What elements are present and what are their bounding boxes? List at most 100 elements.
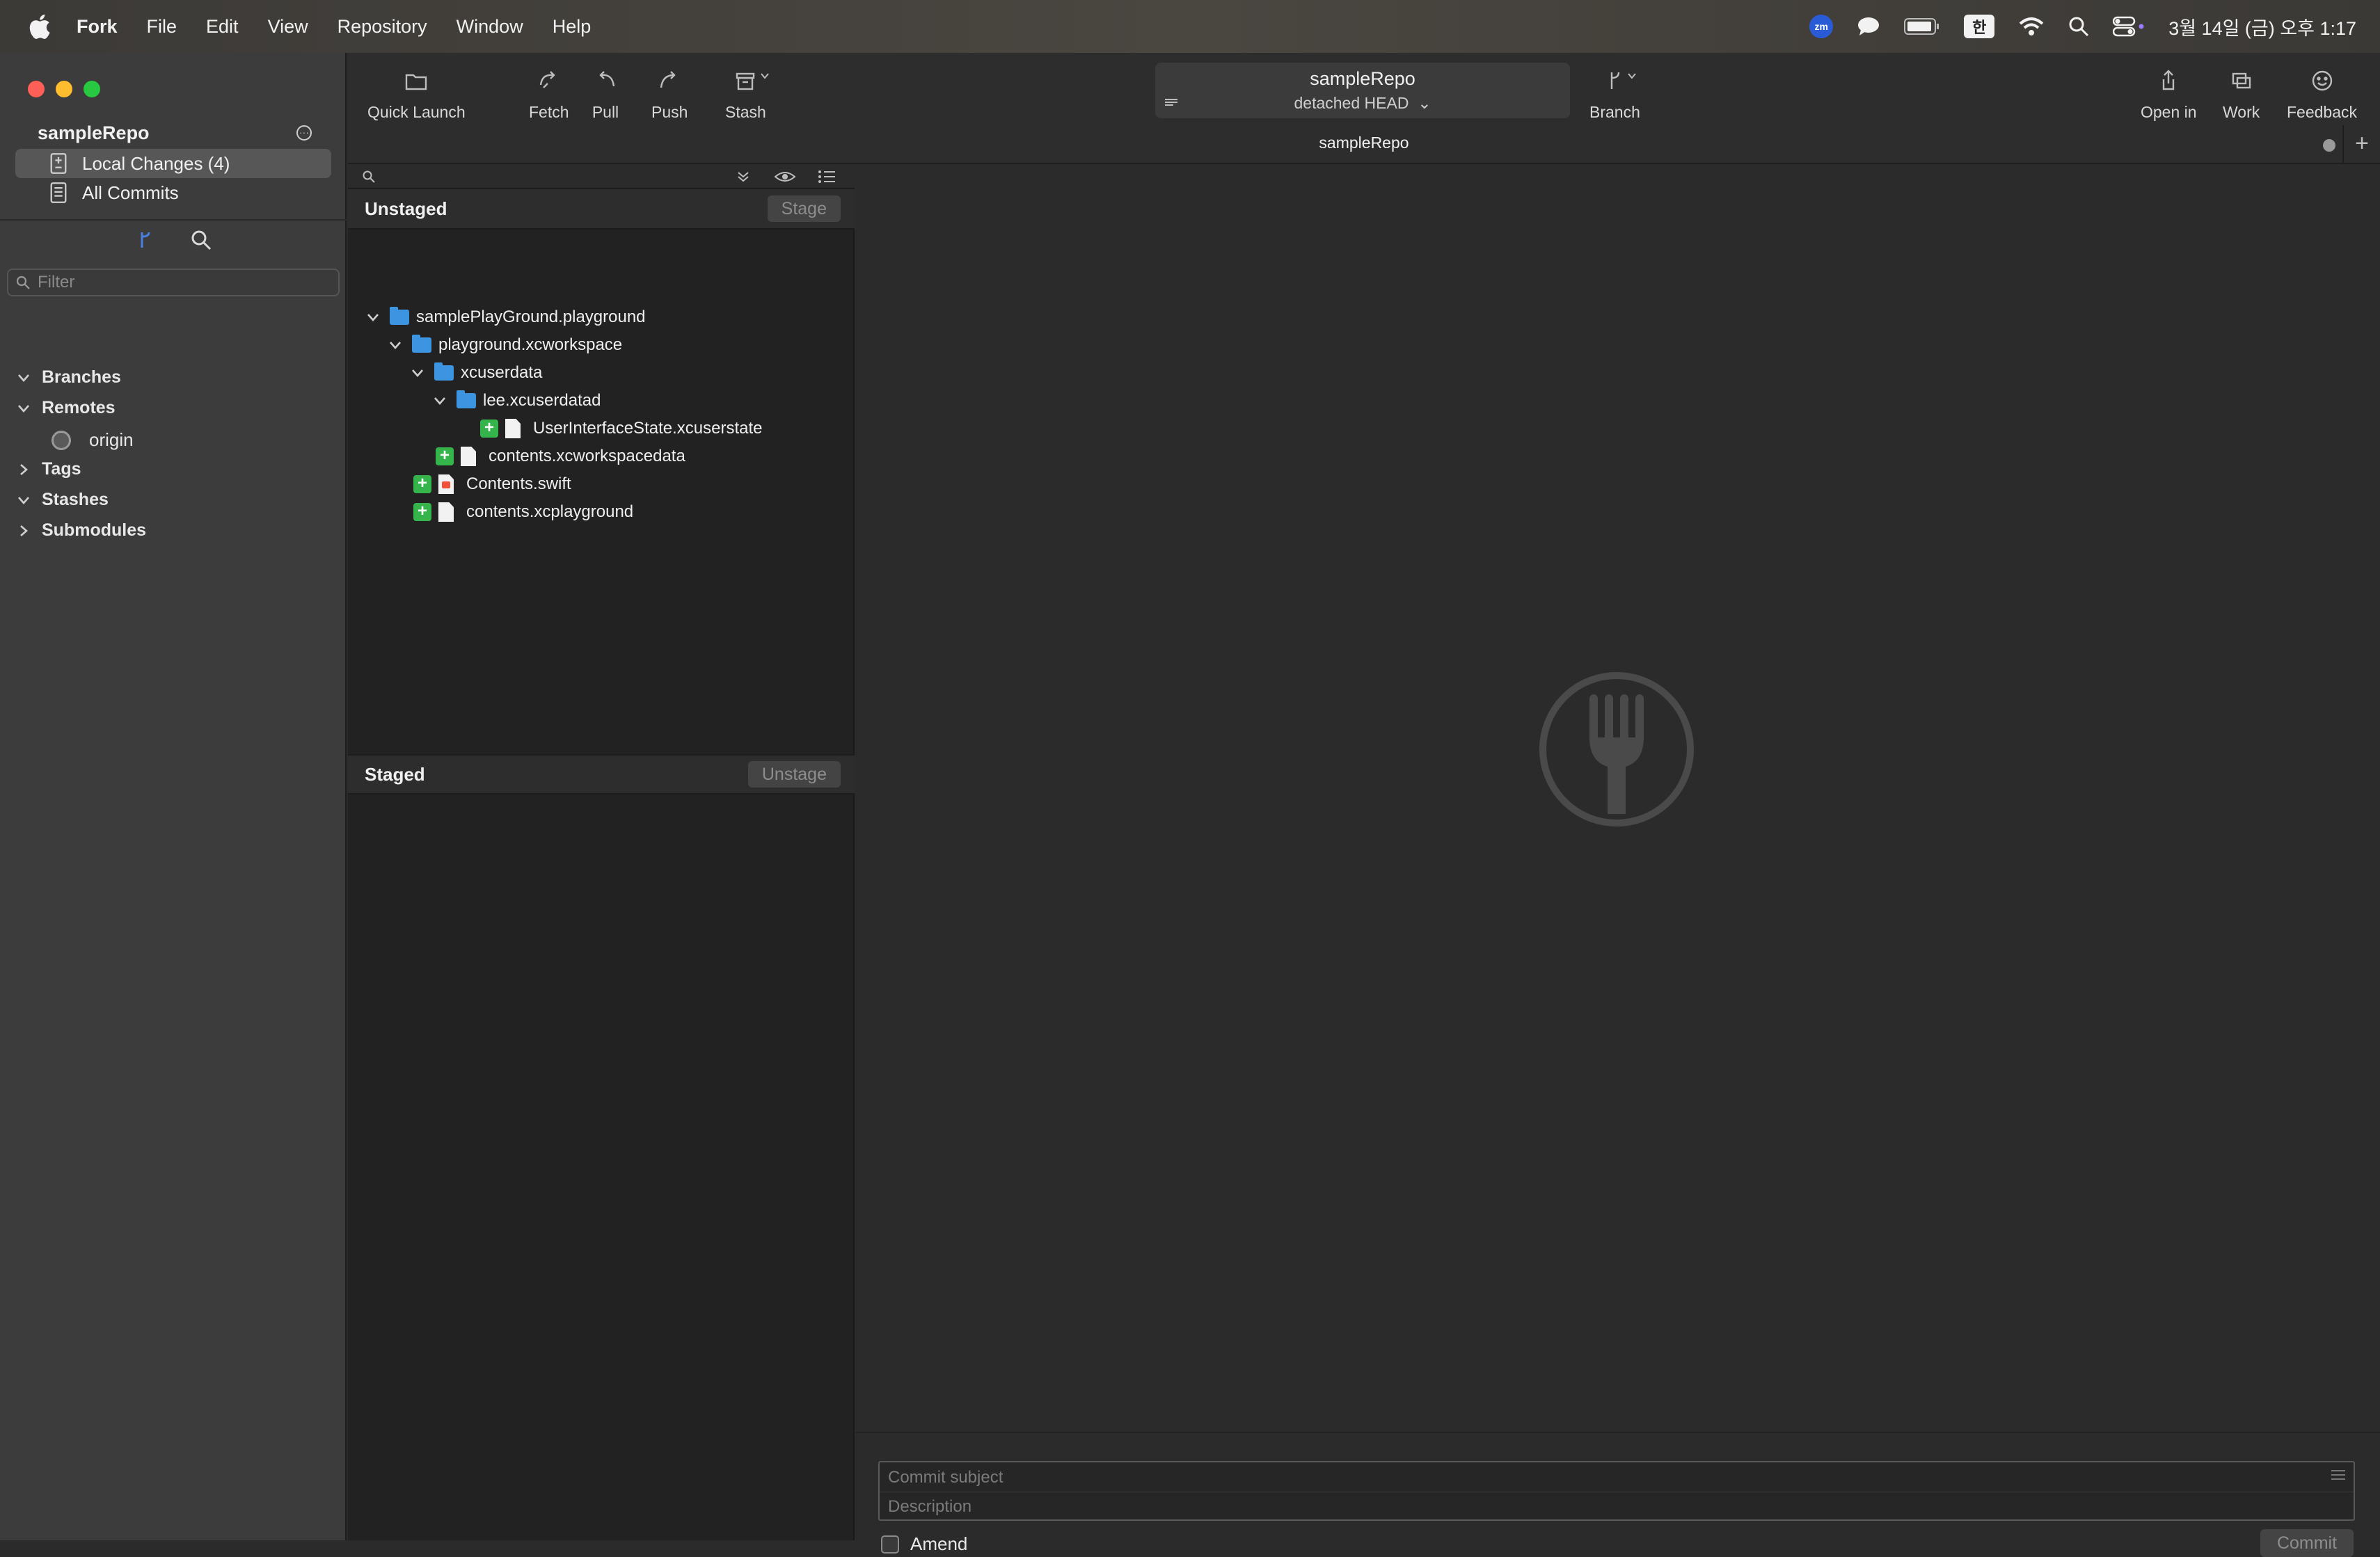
fork-window: sampleRepo ··· Local Changes (4) All Com… (0, 53, 2380, 1557)
chevron-down-icon[interactable] (760, 72, 770, 79)
minimize-window-button[interactable] (56, 81, 72, 97)
sidebar-item-local-changes[interactable]: Local Changes (4) (15, 149, 331, 178)
menu-edit[interactable]: Edit (206, 16, 239, 38)
group-label: Tags (42, 459, 81, 479)
head-state[interactable]: detached HEAD ⌄ (1155, 94, 1570, 113)
sidebar-filter-input[interactable]: Filter (7, 269, 340, 296)
file-name: samplePlayGround.playground (416, 308, 646, 326)
zoom-window-button[interactable] (84, 81, 100, 97)
sidebar-group-branches[interactable]: Branches (15, 367, 121, 388)
tree-folder-row[interactable]: lee.xcuserdatad (431, 387, 601, 415)
chevron-right-icon[interactable] (15, 522, 32, 539)
repo-options-icon[interactable]: ··· (296, 125, 312, 141)
commit-description-input[interactable]: Description (888, 1497, 971, 1517)
windows-icon (2232, 72, 2251, 89)
tree-file-row[interactable]: + contents.xcplayground (413, 498, 633, 526)
close-window-button[interactable] (28, 81, 45, 97)
collapse-all-icon[interactable] (735, 168, 752, 185)
zoom-icon[interactable]: zm (1809, 15, 1834, 38)
new-tab-button[interactable]: + (2342, 125, 2380, 163)
menu-window[interactable]: Window (457, 16, 523, 38)
pull-label: Pull (592, 103, 619, 121)
unstage-button[interactable]: Unstage (747, 761, 841, 788)
sidebar-group-stashes[interactable]: Stashes (15, 490, 109, 510)
wifi-icon[interactable] (2018, 16, 2045, 37)
search-icon (363, 170, 375, 183)
sidebar-divider (0, 219, 347, 221)
changes-search-bar[interactable] (348, 166, 855, 189)
remote-label: origin (89, 429, 134, 450)
group-label: Stashes (42, 490, 109, 509)
menubar-datetime[interactable]: 3월 14일 (금) 오후 1:17 (2168, 13, 2356, 40)
stage-button[interactable]: Stage (767, 195, 841, 222)
file-name: xcuserdata (461, 363, 543, 382)
menu-repository[interactable]: Repository (338, 16, 427, 38)
menu-app-name[interactable]: Fork (77, 16, 118, 38)
tree-folder-row[interactable]: xcuserdata (409, 359, 542, 387)
push-icon (660, 71, 676, 88)
list-view-icon[interactable] (817, 168, 836, 185)
input-method-icon[interactable]: 한 (1964, 15, 1995, 38)
search-tab-icon[interactable] (189, 228, 213, 252)
folder-icon (434, 362, 454, 381)
open-in-label: Open in (2141, 103, 2197, 121)
work-button[interactable]: Work (2223, 67, 2260, 122)
control-center-icon[interactable] (2113, 16, 2145, 37)
chevron-down-icon[interactable] (15, 400, 32, 417)
commit-subject-input[interactable]: Commit subject (888, 1468, 1003, 1487)
tree-file-row[interactable]: + Contents.swift (413, 470, 571, 498)
quick-launch-button[interactable]: Quick Launch (367, 67, 466, 122)
chevron-down-icon[interactable] (15, 492, 32, 509)
file-name: UserInterfaceState.xcuserstate (533, 419, 763, 438)
message-template-icon[interactable] (2330, 1468, 2347, 1482)
amend-label: Amend (910, 1533, 968, 1554)
file-name: Contents.swift (466, 474, 571, 493)
open-in-button[interactable]: Open in (2141, 67, 2197, 122)
tree-folder-row[interactable]: samplePlayGround.playground (365, 303, 646, 331)
chevron-right-icon[interactable] (15, 461, 32, 478)
sidebar-item-all-commits[interactable]: All Commits (15, 178, 331, 207)
chevron-down-icon[interactable] (1627, 72, 1637, 79)
menu-view[interactable]: View (268, 16, 308, 38)
sidebar-group-remotes[interactable]: Remotes (15, 398, 116, 418)
changes-panel: Unstaged Stage samplePlayGround.playgrou… (348, 166, 855, 1540)
tree-file-row[interactable]: + contents.xcworkspacedata (436, 442, 685, 470)
fetch-button[interactable]: Fetch (529, 67, 569, 122)
sidebar-item-origin[interactable]: origin (51, 429, 134, 451)
battery-icon[interactable] (1904, 17, 1940, 35)
tree-file-row[interactable]: + UserInterfaceState.xcuserstate (480, 415, 762, 442)
feedback-label: Feedback (2287, 103, 2358, 121)
fork-logo-icon (1539, 672, 1694, 827)
checkbox-icon[interactable] (881, 1535, 899, 1554)
sidebar-group-submodules[interactable]: Submodules (15, 520, 146, 541)
branch-label: Branch (1589, 103, 1640, 121)
apple-icon[interactable] (26, 13, 51, 40)
commit-message-box: Commit subject Description (878, 1461, 2355, 1521)
share-icon (2163, 70, 2175, 90)
eye-icon[interactable] (774, 168, 796, 185)
unstaged-label: Unstaged (365, 198, 447, 219)
messages-icon[interactable] (1857, 16, 1880, 37)
commit-button[interactable]: Commit (2260, 1529, 2354, 1557)
sidebar-group-tags[interactable]: Tags (15, 459, 81, 479)
push-button[interactable]: Push (651, 67, 688, 122)
menu-file[interactable]: File (147, 16, 177, 38)
pull-icon (599, 71, 615, 87)
amend-checkbox[interactable]: Amend (881, 1533, 967, 1555)
chevron-down-icon[interactable] (365, 309, 381, 326)
chevron-down-icon[interactable] (15, 369, 32, 386)
stash-label: Stash (725, 103, 766, 121)
folder-icon (390, 307, 409, 325)
feedback-button[interactable]: Feedback (2287, 67, 2357, 122)
list-icon (1165, 99, 1177, 106)
chevron-down-icon[interactable] (409, 365, 426, 381)
chevron-down-icon[interactable] (431, 392, 448, 409)
tree-folder-row[interactable]: playground.xcworkspace (387, 331, 622, 359)
pull-button[interactable]: Pull (592, 67, 619, 122)
chevron-down-icon[interactable] (387, 337, 404, 353)
menu-help[interactable]: Help (553, 16, 592, 38)
repo-head-selector[interactable]: sampleRepo detached HEAD ⌄ (1155, 63, 1570, 118)
tab-samplerepo[interactable]: sampleRepo (348, 134, 2380, 152)
spotlight-icon[interactable] (2068, 16, 2089, 37)
branch-tab-icon[interactable] (134, 228, 157, 252)
